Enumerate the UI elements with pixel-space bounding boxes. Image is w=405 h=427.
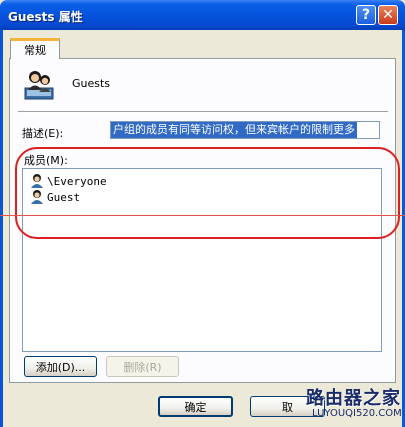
- tab-general[interactable]: 常规: [10, 38, 60, 59]
- remove-button[interactable]: 删除(R): [106, 356, 179, 377]
- help-button[interactable]: ?: [356, 5, 376, 25]
- list-item[interactable]: \Everyone: [29, 173, 107, 189]
- window-frame-left: [0, 30, 3, 427]
- members-label: 成员(M):: [24, 154, 68, 167]
- watermark-title: 路由器之家: [306, 388, 401, 409]
- description-label: 描述(E):: [22, 127, 64, 140]
- watermark-url: LUYOUQI520.COM: [312, 408, 402, 419]
- member-name: Guest: [47, 190, 81, 204]
- user-icon: [31, 190, 43, 204]
- group-users-icon: [24, 71, 54, 100]
- ok-button[interactable]: 确定: [158, 396, 233, 417]
- member-name: \Everyone: [47, 174, 107, 188]
- list-item[interactable]: Guest: [29, 189, 80, 205]
- close-button[interactable]: ✕: [378, 5, 398, 25]
- description-value: 户组的成员有同等访问权，但来宾帐户的限制更多: [111, 122, 357, 138]
- title-bar[interactable]: Guests 属性 ? ✕: [0, 0, 405, 30]
- window-title: Guests 属性: [8, 10, 83, 24]
- user-icon: [31, 174, 43, 188]
- group-name: Guests: [72, 77, 111, 90]
- separator: [18, 111, 388, 113]
- members-list[interactable]: \Everyone Guest: [22, 168, 382, 352]
- add-button[interactable]: 添加(D)...: [24, 356, 97, 377]
- description-field[interactable]: 户组的成员有同等访问权，但来宾帐户的限制更多: [110, 121, 380, 139]
